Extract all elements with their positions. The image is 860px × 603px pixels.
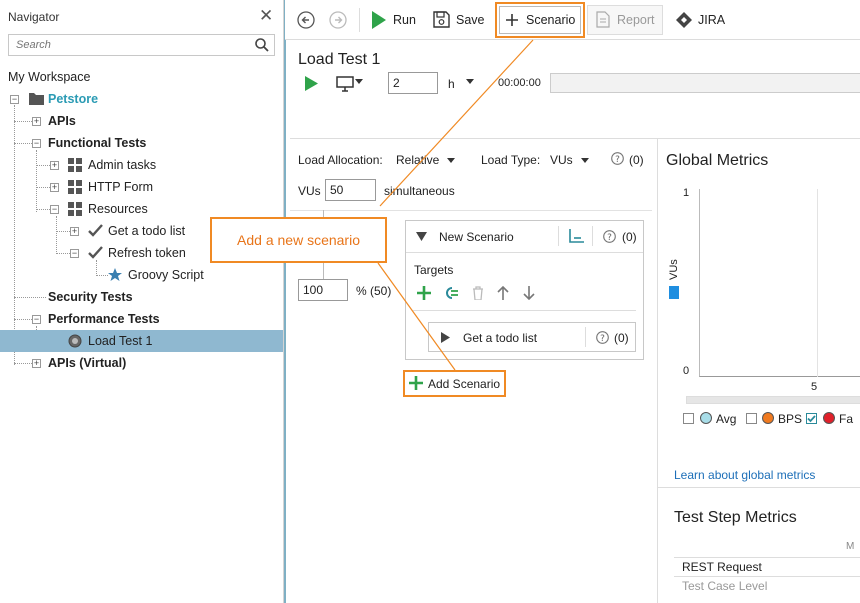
y-axis-bottom: 0 bbox=[683, 365, 689, 377]
y-axis-label: VUs bbox=[668, 259, 680, 280]
x-axis-tick: 5 bbox=[811, 381, 817, 393]
legend-avg: Avg bbox=[716, 412, 736, 426]
metrics-row-test-case-level: Test Case Level bbox=[682, 579, 767, 593]
check-icon bbox=[806, 413, 817, 424]
series-marker bbox=[669, 286, 679, 299]
bps-color-dot bbox=[762, 412, 774, 424]
avg-checkbox[interactable] bbox=[683, 413, 694, 424]
learn-global-metrics-link[interactable]: Learn about global metrics bbox=[674, 468, 815, 482]
global-metrics-title: Global Metrics bbox=[666, 152, 768, 170]
fa-color-dot bbox=[823, 412, 835, 424]
test-step-metrics-title: Test Step Metrics bbox=[674, 509, 797, 527]
legend-fa: Fa bbox=[839, 412, 853, 426]
metrics-row-rest-request[interactable]: REST Request bbox=[682, 560, 762, 574]
global-metrics-chart bbox=[699, 189, 860, 377]
fa-checkbox[interactable] bbox=[806, 413, 817, 424]
chart-scrollbar[interactable] bbox=[686, 396, 860, 404]
avg-color-dot bbox=[700, 412, 712, 424]
app-window: Navigator ✕ My Workspace − bbox=[0, 0, 860, 603]
legend-bps: BPS bbox=[778, 412, 802, 426]
callout-tooltip: Add a new scenario bbox=[210, 217, 387, 263]
y-axis-top: 1 bbox=[683, 187, 689, 199]
bps-checkbox[interactable] bbox=[746, 413, 757, 424]
column-header-hint: M bbox=[846, 541, 854, 552]
